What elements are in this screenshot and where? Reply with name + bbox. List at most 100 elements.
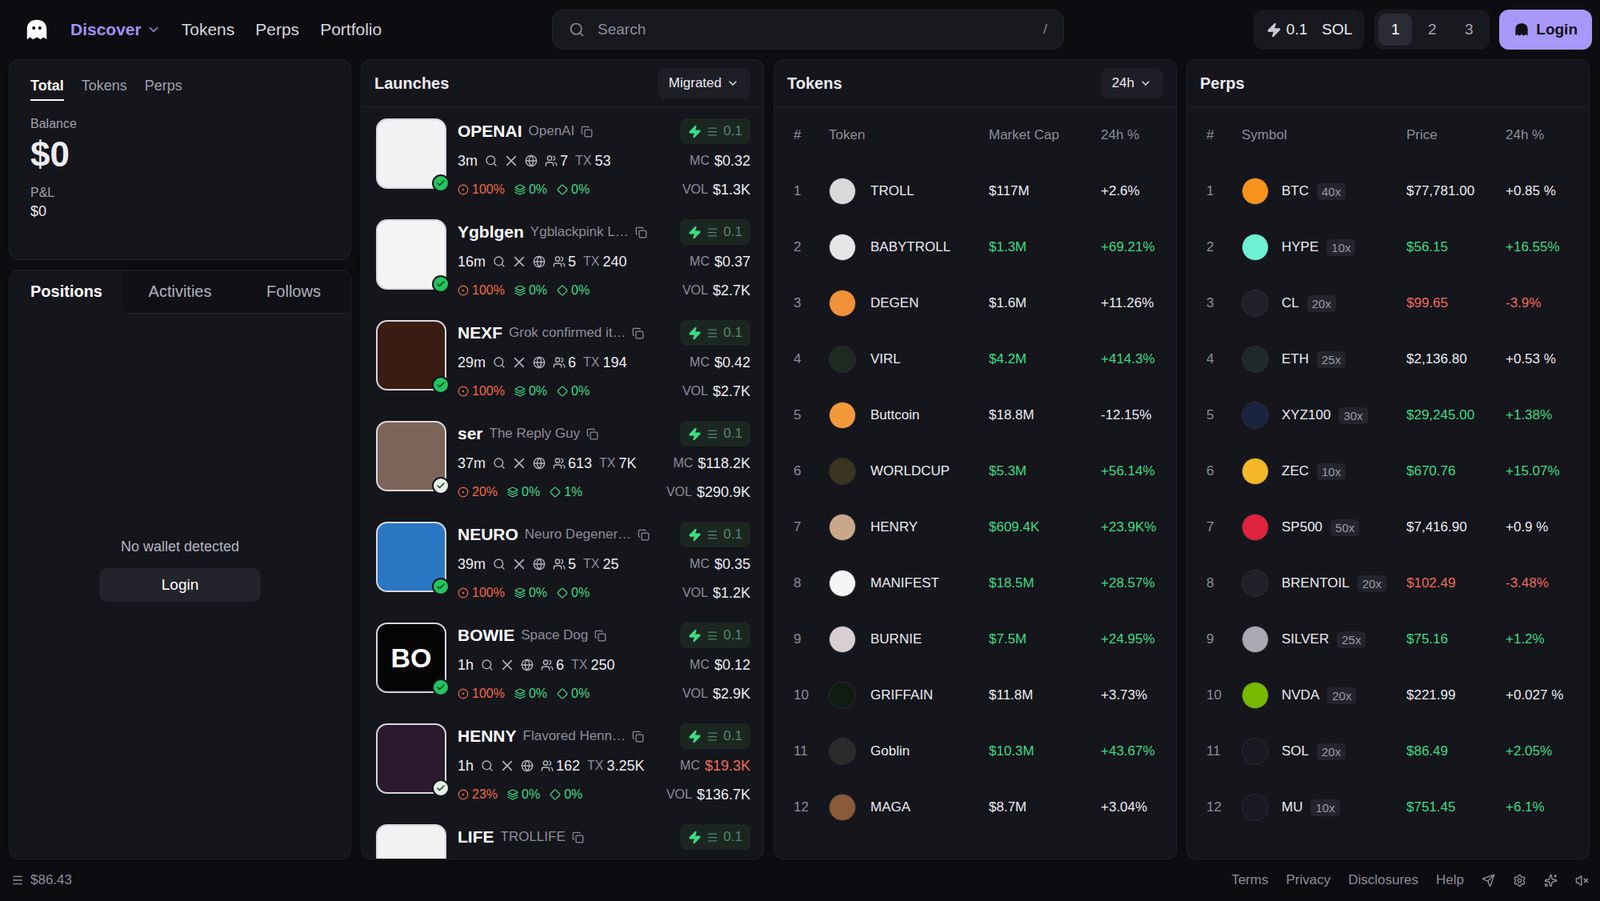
sparkle-icon[interactable] [1544, 873, 1558, 888]
period-dropdown[interactable]: 24h [1100, 68, 1164, 99]
token-row[interactable]: 7HENRY$609.4K+23.9K% [774, 499, 1176, 556]
copy-icon[interactable] [632, 327, 644, 340]
copy-icon[interactable] [632, 730, 644, 743]
perp-row[interactable]: 4ETH25x$2,136.80+0.53 % [1187, 331, 1589, 388]
nav-item[interactable]: Portfolio [320, 16, 382, 43]
preset-button[interactable]: 3 [1452, 13, 1486, 46]
perp-row[interactable]: 3CL20x$99.65-3.9% [1187, 275, 1589, 332]
copy-icon[interactable] [594, 629, 607, 642]
nav-item[interactable]: Tokens [181, 16, 236, 43]
token-row[interactable]: 4VIRL$4.2M+414.3% [774, 331, 1176, 388]
globe-icon[interactable] [532, 557, 546, 571]
perp-row[interactable]: 10NVDA20x$221.99+0.027 % [1187, 667, 1589, 724]
gear-icon[interactable] [1512, 873, 1527, 888]
mute-icon[interactable] [1575, 873, 1589, 888]
globe-icon[interactable] [532, 456, 546, 470]
ghost-logo-icon[interactable] [24, 17, 50, 42]
perp-row[interactable]: 9SILVER25x$75.16+1.2% [1187, 611, 1589, 668]
preset-button[interactable]: 2 [1415, 13, 1449, 46]
quick-buy-button[interactable]: 0.1 [680, 521, 751, 548]
launch-row[interactable]: serThe Reply Guy0.137m613TX7KMC$118.2K20… [361, 409, 764, 511]
change-cell: +3.04% [1100, 799, 1170, 816]
login-button[interactable]: Login [1499, 9, 1592, 50]
search-icon[interactable] [480, 658, 494, 672]
x-icon[interactable] [500, 658, 514, 672]
launch-row[interactable]: NEURONeuro Degener…0.139m5TX25MC$0.35100… [361, 510, 764, 612]
quick-buy-button[interactable]: 0.1 [680, 219, 751, 245]
x-icon[interactable] [504, 154, 518, 168]
quick-buy-button[interactable]: 0.1 [680, 420, 751, 447]
nav-item[interactable]: Perps [255, 16, 300, 43]
column-header: Symbol [1241, 127, 1407, 144]
footer-link[interactable]: Privacy [1285, 872, 1331, 888]
positions-tab[interactable]: Activities [123, 270, 237, 314]
x-icon[interactable] [500, 759, 514, 772]
search-icon[interactable] [492, 356, 506, 369]
globe-icon[interactable] [520, 658, 534, 672]
positions-tab[interactable]: Follows [236, 270, 351, 314]
search-icon[interactable] [492, 557, 506, 571]
x-icon[interactable] [512, 557, 526, 571]
perp-row[interactable]: 12MU10x$751.45+6.1% [1187, 779, 1589, 836]
quick-buy-button[interactable]: 0.1 [680, 118, 751, 144]
search-input[interactable] [596, 20, 1032, 40]
account-tab[interactable]: Total [30, 77, 64, 101]
login-button[interactable]: Login [99, 568, 261, 602]
launch-row[interactable]: LIFETROLLIFE0.1 [361, 812, 764, 859]
perp-row[interactable]: 11SOL20x$86.49+2.05% [1187, 723, 1589, 780]
search-icon[interactable] [492, 255, 506, 268]
token-row[interactable]: 9BURNIE$7.5M+24.95% [774, 611, 1176, 668]
footer-link[interactable]: Disclosures [1348, 872, 1419, 888]
telegram-icon[interactable] [1481, 873, 1496, 888]
token-row[interactable]: 11Goblin$10.3M+43.67% [774, 723, 1176, 780]
quick-buy-button[interactable]: 0.1 [680, 622, 751, 648]
perp-row[interactable]: 8BRENTOIL20x$102.49-3.48% [1187, 555, 1589, 612]
perp-row[interactable]: 5XYZ10030x$29,245.00+1.38% [1187, 387, 1589, 444]
globe-icon[interactable] [532, 356, 546, 369]
copy-icon[interactable] [572, 831, 584, 844]
globe-icon[interactable] [524, 154, 538, 168]
token-row[interactable]: 2BABYTROLL$1.3M+69.21% [774, 219, 1176, 276]
token-row[interactable]: 3DEGEN$1.6M+11.26% [774, 275, 1176, 332]
x-icon[interactable] [512, 255, 526, 268]
perp-row[interactable]: 7SP50050x$7,416.90+0.9 % [1187, 499, 1589, 556]
token-row[interactable]: 6WORLDCUP$5.3M+56.14% [774, 443, 1176, 500]
launch-stat: 0% [556, 686, 590, 701]
copy-icon[interactable] [586, 428, 599, 440]
nav-item[interactable]: Discover [70, 16, 161, 43]
quick-buy-button[interactable]: 0.1 [680, 723, 751, 749]
quick-buy-button[interactable]: 0.1 [680, 824, 751, 850]
search-icon[interactable] [492, 456, 506, 470]
search-icon[interactable] [484, 154, 498, 168]
token-row[interactable]: 12MAGA$8.7M+3.04% [774, 779, 1176, 836]
perp-row[interactable]: 6ZEC10x$670.76+15.07% [1187, 443, 1589, 500]
launch-row[interactable]: OPENAIOpenAI0.13m7TX53MC$0.32100%0%0%VOL… [361, 107, 764, 208]
footer-link[interactable]: Help [1436, 872, 1464, 888]
preset-button[interactable]: 1 [1378, 13, 1412, 46]
launch-row[interactable]: NEXFGrok confirmed it…0.129m6TX194MC$0.4… [361, 308, 764, 410]
copy-icon[interactable] [580, 125, 593, 138]
token-row[interactable]: 8MANIFEST$18.5M+28.57% [774, 555, 1176, 612]
copy-icon[interactable] [635, 226, 648, 239]
copy-icon[interactable] [637, 528, 650, 541]
search-icon[interactable] [480, 759, 494, 772]
perp-row[interactable]: 1BTC40x$77,781.00+0.85 % [1187, 163, 1589, 220]
launch-row[interactable]: BOBOWIESpace Dog0.11h6TX250MC$0.12100%0%… [361, 611, 764, 712]
quick-buy-button[interactable]: 0.1 [680, 320, 751, 346]
x-icon[interactable] [512, 356, 526, 369]
perp-row[interactable]: 2HYPE10x$56.15+16.55% [1187, 219, 1589, 276]
token-row[interactable]: 10GRIFFAIN$11.8M+3.73% [774, 667, 1176, 724]
launch-row[interactable]: YgblgenYgblackpink L…0.116m5TX240MC$0.37… [361, 208, 764, 309]
token-row[interactable]: 1TROLL$117M+2.6% [774, 163, 1176, 220]
launch-row[interactable]: HENNYFlavored Henn…0.11h162TX3.25KMC$19.… [361, 712, 764, 813]
x-icon[interactable] [512, 456, 526, 470]
account-tab[interactable]: Tokens [81, 77, 128, 101]
globe-icon[interactable] [532, 255, 546, 268]
account-tab[interactable]: Perps [144, 77, 183, 101]
positions-tab[interactable]: Positions [9, 270, 124, 314]
footer-link[interactable]: Terms [1231, 872, 1268, 888]
filter-dropdown[interactable]: Migrated [657, 68, 751, 99]
quick-buy-setting[interactable]: 0.1SOL [1253, 9, 1365, 50]
token-row[interactable]: 5Buttcoin$18.8M-12.15% [774, 387, 1176, 444]
globe-icon[interactable] [520, 759, 534, 772]
